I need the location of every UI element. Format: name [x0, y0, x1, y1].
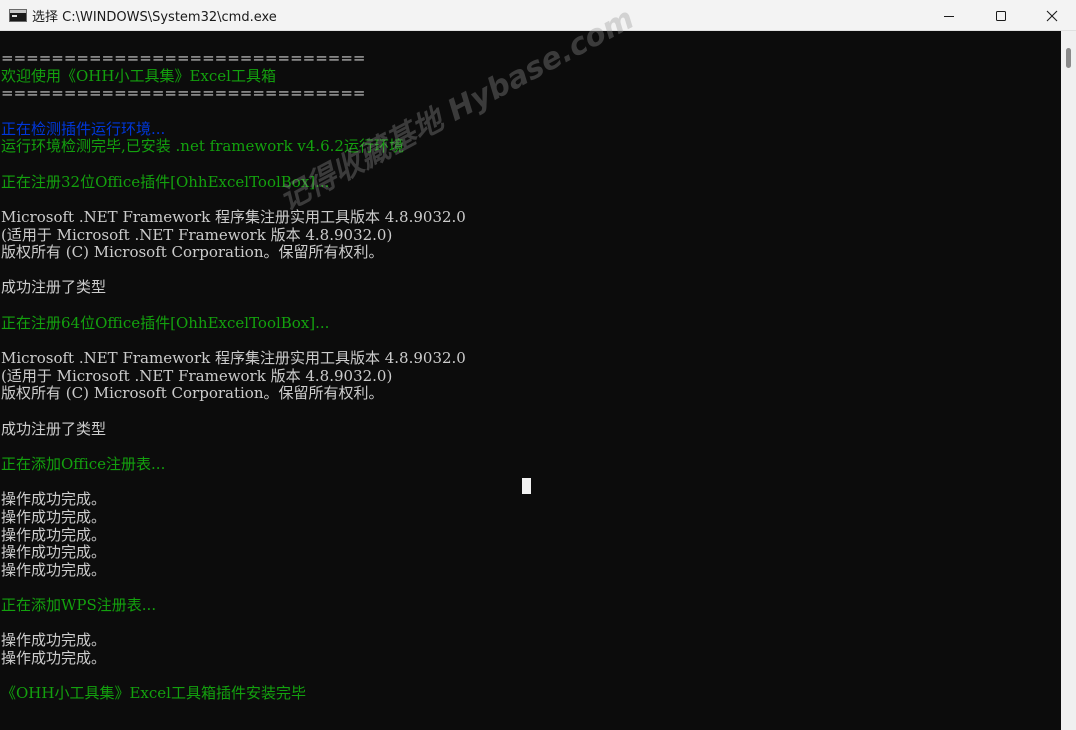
console-line: =============================	[1, 84, 366, 103]
maximize-icon	[996, 10, 1006, 21]
console-line: 正在注册64位Office插件[OhhExcelToolBox]...	[1, 313, 330, 332]
console-line: 成功注册了类型	[1, 419, 107, 438]
close-icon	[1046, 10, 1057, 21]
console-line: 欢迎使用《OHH小工具集》Excel工具箱	[1, 66, 276, 85]
console-line: 版权所有 (C) Microsoft Corporation。保留所有权利。	[1, 384, 384, 403]
console-line: 正在添加WPS注册表...	[1, 596, 157, 615]
console-line: 操作成功完成。	[1, 490, 107, 509]
text-cursor	[522, 478, 531, 494]
console-line: 运行环境检测完毕,已安装 .net framework v4.6.2运行环境	[1, 137, 404, 156]
console-line: (适用于 Microsoft .NET Framework 版本 4.8.903…	[1, 225, 393, 244]
console-line: 正在检测插件运行环境...	[1, 119, 166, 138]
console-line: 版权所有 (C) Microsoft Corporation。保留所有权利。	[1, 243, 384, 262]
minimize-button[interactable]	[923, 0, 975, 31]
minimize-icon	[944, 15, 954, 17]
console-line: 操作成功完成。	[1, 507, 107, 526]
cmd-window: 选择 C:\WINDOWS\System32\cmd.exe =========…	[0, 0, 1076, 730]
console-line: 成功注册了类型	[1, 278, 107, 297]
console-line: 正在注册32位Office插件[OhhExcelToolBox]...	[1, 172, 330, 191]
cmd-icon	[9, 8, 27, 22]
console-line: 操作成功完成。	[1, 631, 107, 650]
close-button[interactable]	[1027, 0, 1076, 31]
vertical-scrollbar[interactable]	[1061, 31, 1076, 730]
console-line: 正在添加Office注册表...	[1, 454, 166, 473]
console-line: 操作成功完成。	[1, 649, 107, 668]
console-line: 《OHH小工具集》Excel工具箱插件安装完毕	[1, 684, 306, 703]
console-line: 操作成功完成。	[1, 525, 107, 544]
console-line: 操作成功完成。	[1, 543, 107, 562]
console-line: Microsoft .NET Framework 程序集注册实用工具版本 4.8…	[1, 207, 466, 226]
window-title: 选择 C:\WINDOWS\System32\cmd.exe	[32, 9, 277, 25]
title-bar[interactable]: 选择 C:\WINDOWS\System32\cmd.exe	[0, 0, 1076, 31]
console-line: (适用于 Microsoft .NET Framework 版本 4.8.903…	[1, 366, 393, 385]
console-line: 操作成功完成。	[1, 560, 107, 579]
console-line: Microsoft .NET Framework 程序集注册实用工具版本 4.8…	[1, 349, 466, 368]
console-line: =============================	[1, 49, 366, 67]
console-output[interactable]: ============================= 欢迎使用《OHH小工具…	[0, 31, 1061, 730]
maximize-button[interactable]	[975, 0, 1027, 31]
scrollbar-thumb[interactable]	[1066, 48, 1071, 68]
